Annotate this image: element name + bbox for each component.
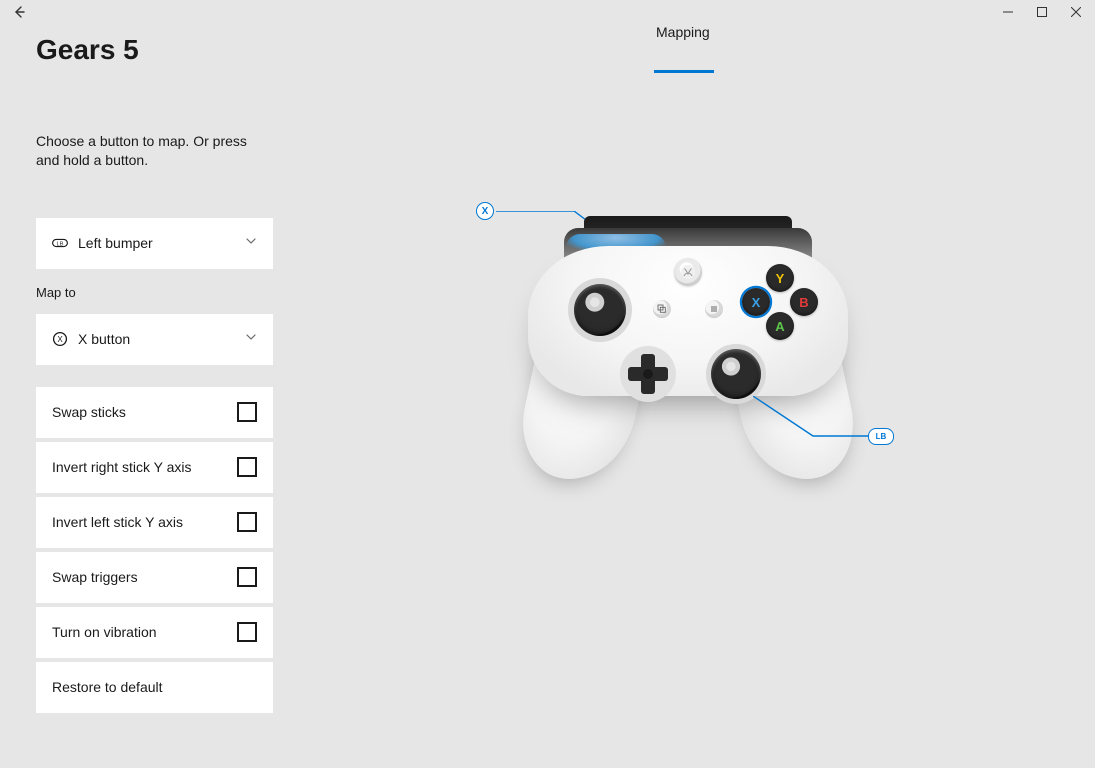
svg-text:LB: LB <box>56 242 63 248</box>
tab-mapping[interactable]: Mapping <box>656 24 710 50</box>
close-button[interactable] <box>1059 0 1093 24</box>
invert-right-y-checkbox[interactable] <box>237 457 257 477</box>
header: Gears 5 Mapping <box>0 24 1095 84</box>
face-button-y: Y <box>766 264 794 292</box>
chevron-down-icon <box>245 234 257 252</box>
swap-triggers-option[interactable]: Swap triggers <box>36 552 273 603</box>
target-button-label: X button <box>78 331 257 347</box>
close-icon <box>1071 7 1081 17</box>
face-button-a: A <box>766 312 794 340</box>
swap-sticks-label: Swap sticks <box>52 404 126 420</box>
vibration-checkbox[interactable] <box>237 622 257 642</box>
minimize-button[interactable] <box>991 0 1025 24</box>
view-icon <box>657 304 667 314</box>
minimize-icon <box>1003 7 1013 17</box>
restore-default-label: Restore to default <box>52 679 163 695</box>
vibration-option[interactable]: Turn on vibration <box>36 607 273 658</box>
page-title: Gears 5 <box>36 34 139 66</box>
back-button[interactable] <box>12 5 26 19</box>
controller-diagram: X Y X B A <box>468 198 898 538</box>
swap-sticks-checkbox[interactable] <box>237 402 257 422</box>
arrow-left-icon <box>12 5 26 19</box>
source-button-label: Left bumper <box>78 235 257 251</box>
callout-x-badge: X <box>476 202 494 220</box>
source-button-dropdown[interactable]: LB Left bumper <box>36 218 273 269</box>
xbox-logo-icon <box>680 264 696 280</box>
swap-sticks-option[interactable]: Swap sticks <box>36 387 273 438</box>
invert-right-y-option[interactable]: Invert right stick Y axis <box>36 442 273 493</box>
invert-left-y-label: Invert left stick Y axis <box>52 514 183 530</box>
invert-left-y-checkbox[interactable] <box>237 512 257 532</box>
maximize-icon <box>1037 7 1047 17</box>
menu-icon <box>709 304 719 314</box>
face-button-b: B <box>790 288 818 316</box>
chevron-down-icon <box>245 330 257 348</box>
view-button <box>653 300 671 318</box>
callout-lb-line <box>753 396 873 441</box>
face-button-x: X <box>742 288 770 316</box>
invert-left-y-option[interactable]: Invert left stick Y axis <box>36 497 273 548</box>
svg-text:X: X <box>57 335 63 344</box>
swap-triggers-label: Swap triggers <box>52 569 138 585</box>
target-button-dropdown[interactable]: X X button <box>36 314 273 365</box>
invert-right-y-label: Invert right stick Y axis <box>52 459 192 475</box>
xbox-home-button <box>674 258 702 286</box>
dpad <box>628 354 668 394</box>
instruction-text: Choose a button to map. Or press and hol… <box>36 132 256 170</box>
title-bar <box>0 0 1095 24</box>
right-stick <box>711 349 761 399</box>
maximize-button[interactable] <box>1025 0 1059 24</box>
menu-button <box>705 300 723 318</box>
tab-underline <box>654 70 714 73</box>
restore-default-button[interactable]: Restore to default <box>36 662 273 713</box>
x-button-icon: X <box>52 331 68 347</box>
controller-body: Y X B A <box>528 216 848 491</box>
vibration-label: Turn on vibration <box>52 624 157 640</box>
left-bumper-icon: LB <box>52 235 68 251</box>
callout-lb-badge: LB <box>868 428 894 445</box>
left-stick <box>574 284 626 336</box>
swap-triggers-checkbox[interactable] <box>237 567 257 587</box>
